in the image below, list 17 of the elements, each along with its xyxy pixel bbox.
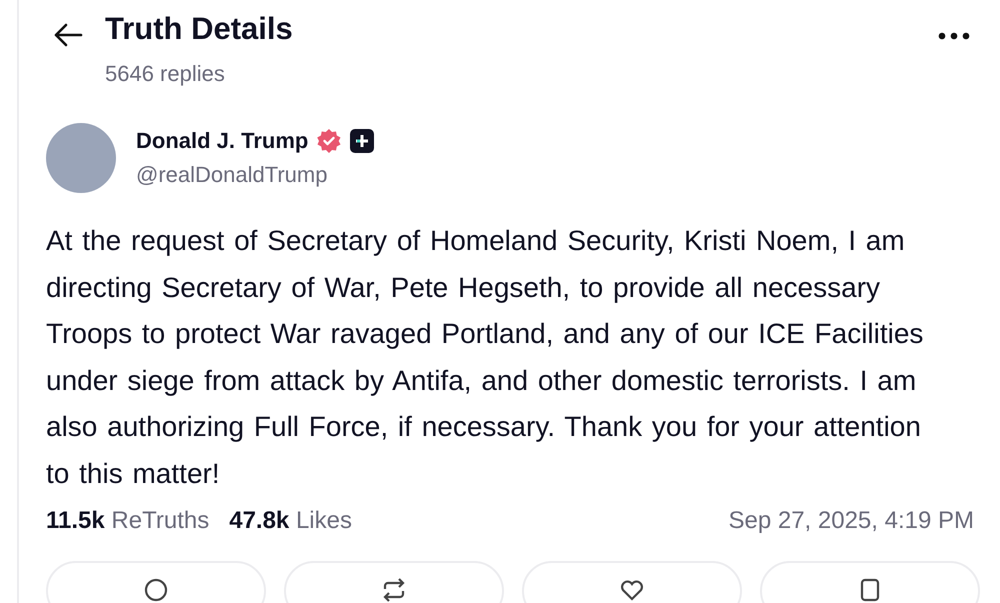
- stat-count[interactable]: 47.8k Likes: [229, 507, 352, 535]
- repost-arrows-icon: [381, 577, 407, 603]
- page-title: Truth Details: [105, 11, 294, 47]
- reply-button[interactable]: [46, 561, 266, 603]
- verified-badge-icon: [316, 128, 342, 154]
- back-arrow-icon[interactable]: [53, 23, 83, 47]
- author-name[interactable]: Donald J. Trump: [136, 128, 308, 154]
- plus-badge-icon: [350, 129, 374, 153]
- stat-count[interactable]: 11.5k ReTruths: [46, 507, 210, 535]
- more-options-icon[interactable]: [938, 32, 970, 40]
- post-timestamp: Sep 27, 2025, 4:19 PM: [728, 507, 974, 535]
- post-text: At the request of Secretary of Homeland Security, Kristi Noem, I am directing Secretary of War, Pete Hegseth, to provide all necessary Troops to protect War ravaged Portland, and any of our ICE Facilities under siege from attack by Antifa, and other domestic terrorists. I am also authorizing Full Force, if necessary. Thank you for your attention to this matter!: [46, 224, 924, 490]
- author-handle[interactable]: @realDonaldTrump: [136, 162, 374, 188]
- reply-count: 5646 replies: [105, 61, 226, 87]
- retruth-button[interactable]: [284, 561, 504, 603]
- share-button[interactable]: [760, 561, 980, 603]
- like-button[interactable]: [522, 561, 742, 603]
